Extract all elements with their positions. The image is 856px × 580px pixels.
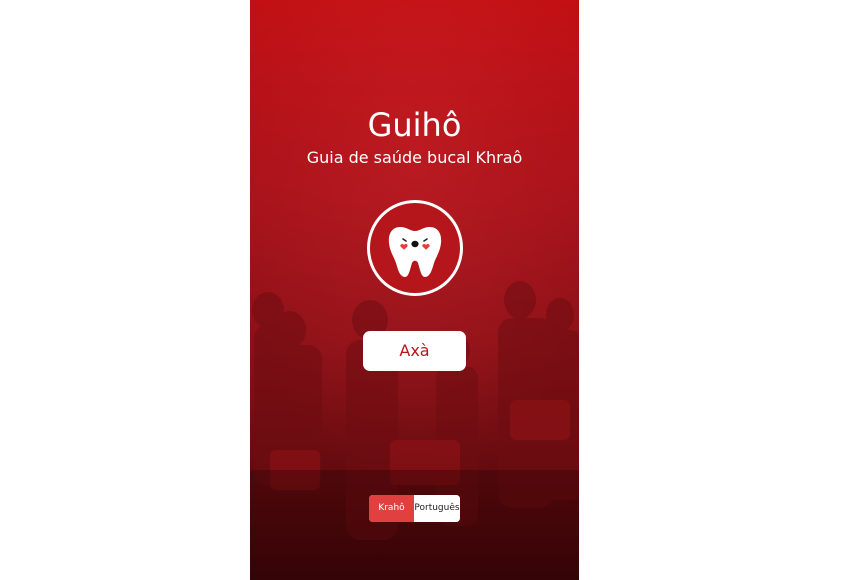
- language-option-kraho[interactable]: Krahô: [369, 495, 414, 522]
- app-title: Guihô: [367, 106, 462, 144]
- app-logo: [367, 200, 463, 296]
- app-subtitle: Guia de saúde bucal Khraô: [306, 148, 523, 167]
- app-screen: Guihô Guia de saúde bucal Khraô Axà Krah…: [250, 0, 579, 580]
- tooth-icon: [388, 227, 442, 277]
- start-button[interactable]: Axà: [363, 331, 466, 371]
- language-toggle: Krahô Português: [369, 495, 460, 522]
- language-option-portugues[interactable]: Português: [414, 495, 460, 522]
